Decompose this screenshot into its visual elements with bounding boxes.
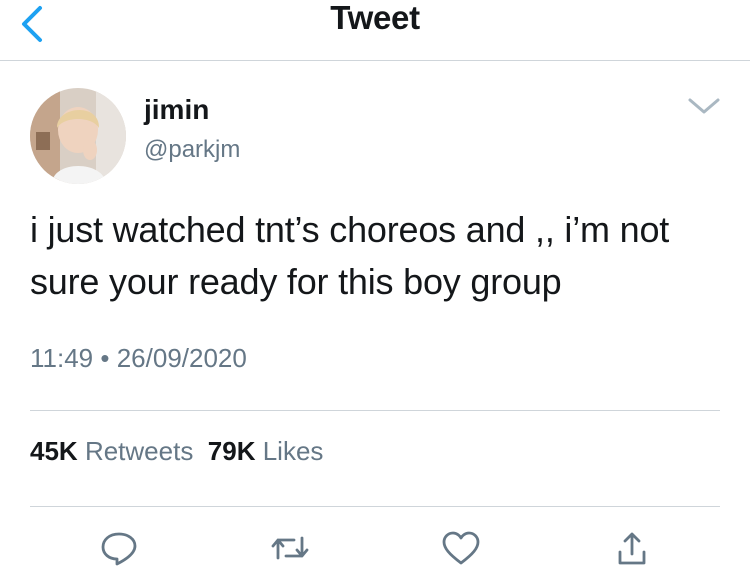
author-handle[interactable]: @parkjm [144, 136, 240, 164]
avatar-image [30, 88, 126, 184]
meta-separator: • [100, 343, 110, 373]
retweet-arrows-icon[interactable] [268, 530, 312, 566]
divider [30, 506, 720, 507]
likes-stat[interactable]: 79K Likes [208, 436, 324, 466]
chevron-down-icon[interactable] [686, 94, 722, 118]
retweets-count: 45K [30, 436, 78, 466]
author-name[interactable]: jimin [144, 94, 209, 126]
tweet-timestamp: 11:49 • 26/09/2020 [30, 343, 247, 373]
likes-count: 79K [207, 436, 256, 466]
tweet-date: 26/09/2020 [116, 343, 247, 373]
action-bar [0, 520, 750, 577]
heart-icon[interactable] [439, 530, 483, 566]
avatar[interactable] [30, 88, 126, 184]
share-upload-icon[interactable] [610, 530, 654, 566]
speech-bubble-icon[interactable] [97, 530, 141, 566]
engagement-stats: 45K Retweets 79K Likes [30, 436, 323, 466]
divider [30, 410, 720, 411]
tweet-text: i just watched tnt’s choreos and ,, i’m … [30, 209, 670, 302]
tweet-time: 11:49 [30, 343, 94, 373]
retweets-label: Retweets [84, 436, 194, 466]
top-bar: Tweet [0, 0, 750, 61]
page-title: Tweet [330, 0, 420, 36]
retweets-stat[interactable]: 45K Retweets [30, 436, 193, 466]
likes-label: Likes [262, 436, 324, 466]
